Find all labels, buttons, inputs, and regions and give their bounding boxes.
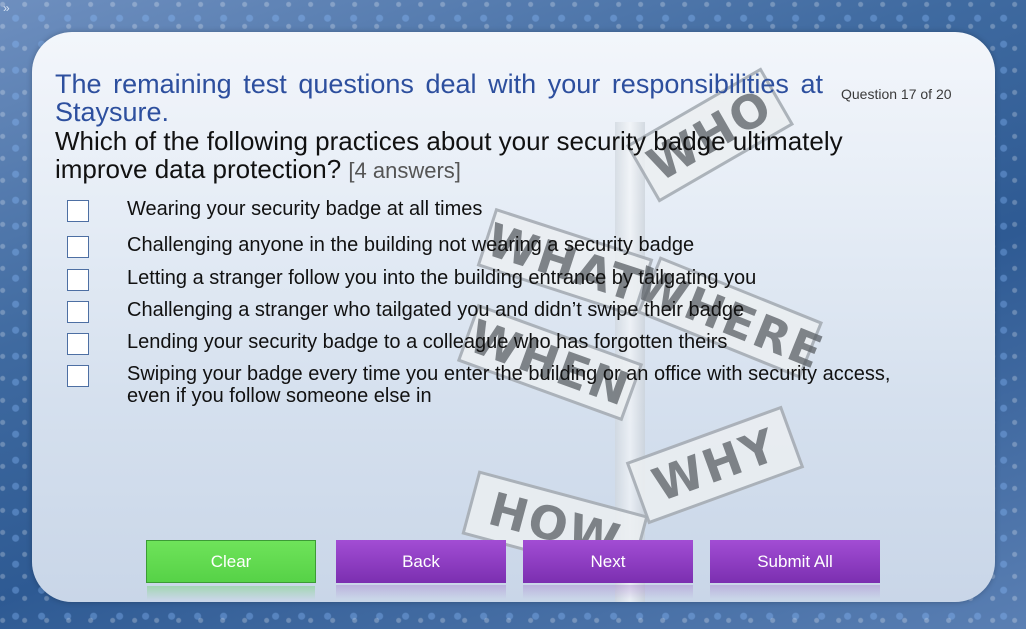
- answer-checkbox[interactable]: [67, 200, 89, 222]
- answer-label[interactable]: Lending your security badge to a colleag…: [127, 331, 897, 353]
- answer-label[interactable]: Challenging anyone in the building not w…: [127, 234, 897, 256]
- next-button[interactable]: Next: [523, 540, 693, 599]
- answer-checkbox[interactable]: [67, 236, 89, 258]
- answer-label[interactable]: Challenging a stranger who tailgated you…: [127, 299, 897, 321]
- answer-label[interactable]: Swiping your badge every time you enter …: [127, 363, 897, 407]
- signpost-why: WHY: [625, 405, 805, 525]
- answer-checkbox[interactable]: [67, 269, 89, 291]
- answer-label[interactable]: Wearing your security badge at all times: [127, 198, 897, 220]
- answer-count-hint: [4 answers]: [348, 158, 461, 183]
- question-prompt: Which of the following practices about y…: [55, 127, 855, 185]
- answer-label[interactable]: Letting a stranger follow you into the b…: [127, 267, 897, 289]
- answer-checkbox[interactable]: [67, 333, 89, 355]
- expand-icon[interactable]: »: [3, 1, 10, 15]
- answer-checkbox[interactable]: [67, 301, 89, 323]
- intro-label: The remaining test questions deal with y…: [55, 69, 823, 127]
- intro-text: The remaining test questions deal with y…: [55, 70, 823, 126]
- answer-checkbox[interactable]: [67, 365, 89, 387]
- back-button[interactable]: Back: [336, 540, 506, 599]
- submit-all-button[interactable]: Submit All: [710, 540, 880, 599]
- question-counter: Question 17 of 20: [841, 86, 952, 102]
- clear-button[interactable]: Clear: [146, 540, 316, 600]
